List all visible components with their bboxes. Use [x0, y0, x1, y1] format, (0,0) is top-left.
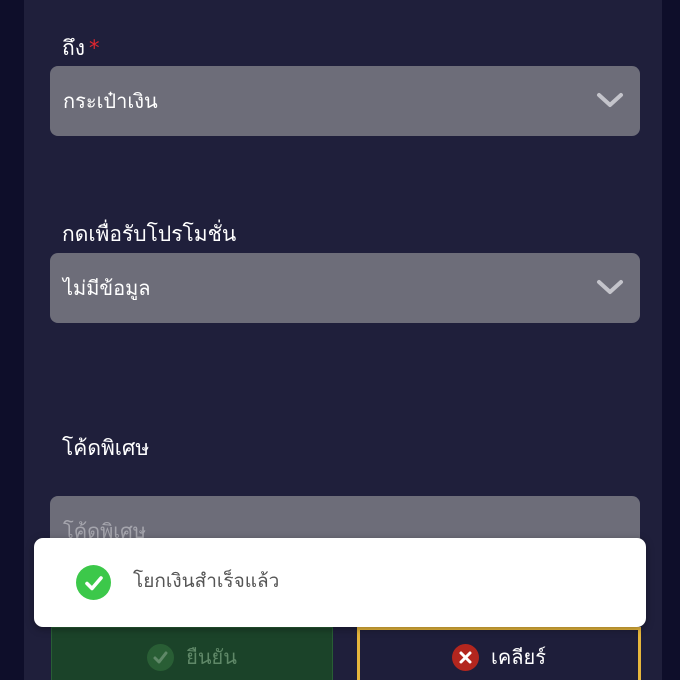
- close-circle-icon: [452, 643, 480, 671]
- special-code-field-label: โค้ดพิเศษ: [62, 436, 150, 460]
- chevron-down-icon: [597, 93, 623, 107]
- promotion-field-label: กดเพื่อรับโปรโมชั่น: [62, 222, 237, 246]
- success-toast: โยกเงินสำเร็จแล้ว: [34, 538, 646, 627]
- to-select-value: กระเป๋าเงิน: [63, 89, 158, 113]
- to-field-label: ถึง *: [62, 34, 99, 62]
- transfer-page: ถึง * กระเป๋าเงิน กดเพื่อรับโปรโมชั่น ไม่…: [0, 0, 680, 680]
- toast-message: โยกเงินสำเร็จแล้ว: [133, 570, 280, 592]
- promotion-select[interactable]: ไม่มีข้อมูล: [50, 253, 640, 323]
- to-select[interactable]: กระเป๋าเงิน: [50, 66, 640, 136]
- promotion-select-value: ไม่มีข้อมูล: [63, 276, 151, 300]
- confirm-button[interactable]: ยืนยัน: [51, 627, 333, 680]
- confirm-button-label: ยืนยัน: [186, 645, 237, 669]
- check-circle-icon: [147, 643, 175, 671]
- clear-button-label: เคลียร์: [491, 645, 546, 669]
- chevron-down-icon: [597, 280, 623, 294]
- to-label-text: ถึง: [62, 36, 85, 60]
- required-mark: *: [88, 36, 100, 60]
- clear-button[interactable]: เคลียร์: [357, 627, 641, 680]
- check-circle-icon: [76, 565, 111, 600]
